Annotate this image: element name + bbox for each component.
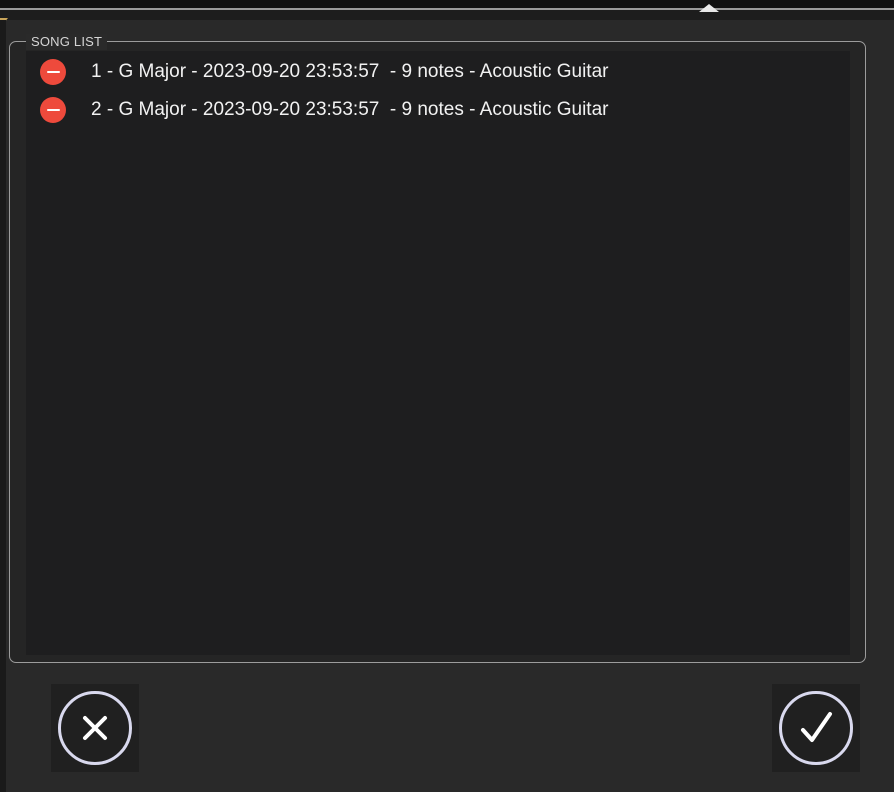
list-item[interactable]: 2 - G Major - 2023-09-20 23:53:57 - 9 no…: [40, 94, 608, 126]
song-list: [26, 51, 850, 655]
popover-arrow: [699, 4, 719, 12]
x-circle-icon: [58, 691, 132, 765]
left-edge: [0, 20, 6, 792]
song-label: 2 - G Major - 2023-09-20 23:53:57 - 9 no…: [91, 99, 609, 120]
song-list-dialog: SONG LIST 1 - G Major - 2023-09-20 23:53…: [0, 0, 894, 792]
minus-circle-icon[interactable]: [40, 97, 66, 123]
cancel-button[interactable]: [51, 684, 139, 772]
song-label: 1 - G Major - 2023-09-20 23:53:57 - 9 no…: [91, 61, 609, 82]
top-toolbar-strip: [0, 0, 894, 8]
toolbar-shadow: [0, 10, 894, 20]
checkmark-circle-icon: [779, 691, 853, 765]
song-list-legend: SONG LIST: [26, 34, 108, 50]
minus-circle-icon[interactable]: [40, 59, 66, 85]
confirm-button[interactable]: [772, 684, 860, 772]
list-item[interactable]: 1 - G Major - 2023-09-20 23:53:57 - 9 no…: [40, 56, 608, 88]
